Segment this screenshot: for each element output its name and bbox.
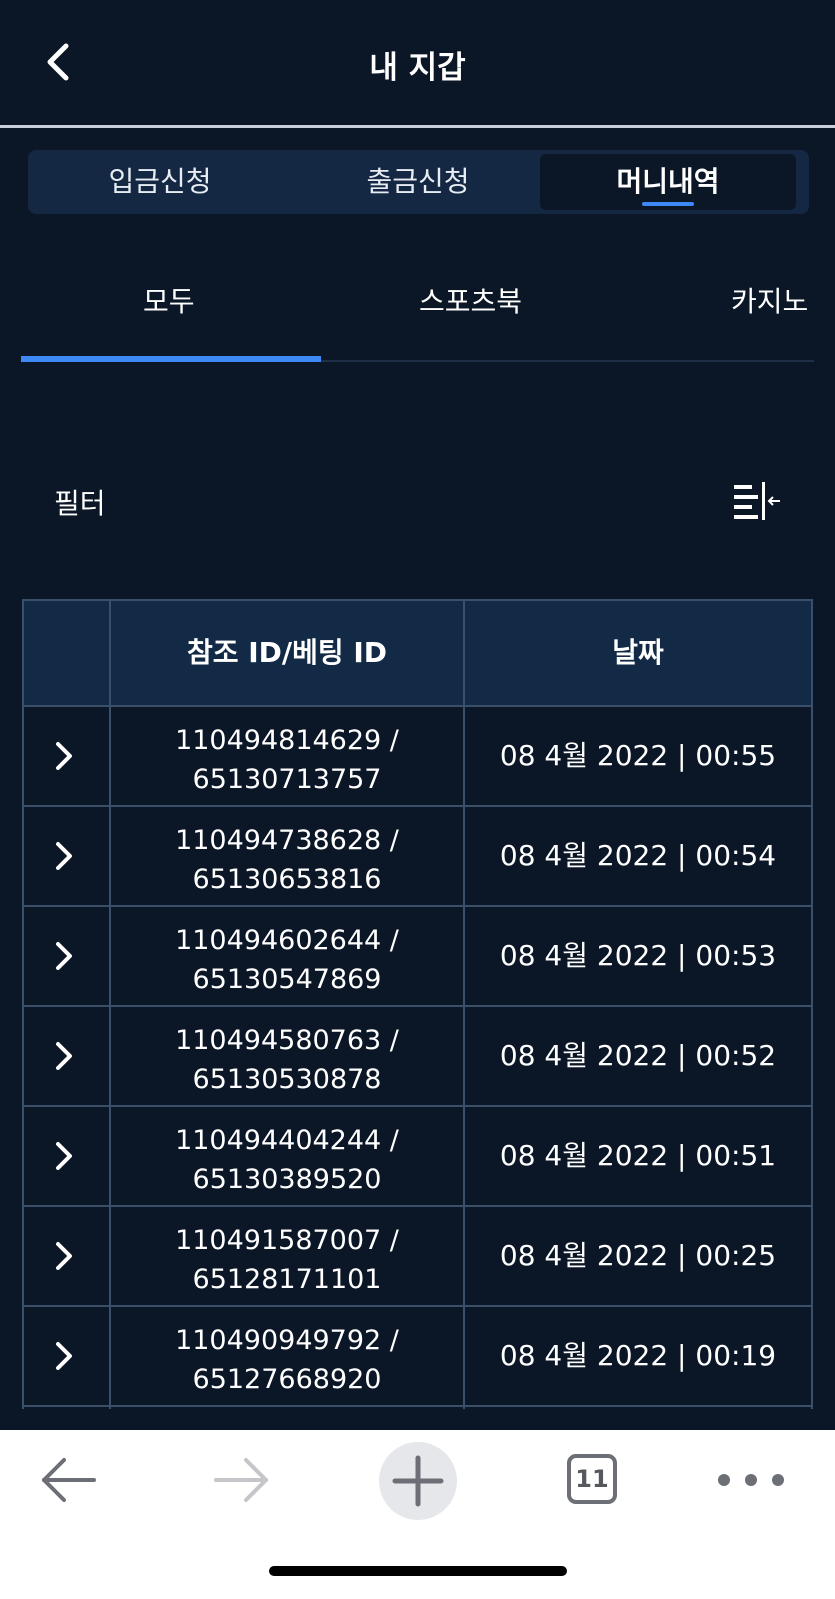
chevron-right-icon — [56, 942, 72, 970]
table-header: 참조 ID/베팅 ID 날짜 — [24, 601, 811, 707]
ref-bet-id-cell: 110494602644 / 65130547869 — [111, 921, 463, 999]
category-tab-all[interactable]: 모두 — [143, 280, 195, 320]
column-divider — [109, 601, 111, 1409]
wallet-tabs: 입금신청 출금신청 머니내역 — [28, 150, 809, 214]
date-cell: 08 4월 2022 | 00:19 — [499, 1339, 777, 1372]
bet-id: 65130530878 — [192, 1064, 382, 1095]
row-expand-button[interactable] — [24, 707, 109, 805]
column-header-date: 날짜 — [612, 636, 664, 669]
category-tab-sportsbook[interactable]: 스포츠북 — [419, 280, 522, 320]
bet-id: 65130653816 — [192, 864, 382, 895]
ref-id: 110494580763 / — [175, 1025, 399, 1056]
table-row: 110494580763 / 65130530878 08 4월 2022 | … — [24, 1007, 811, 1107]
column-divider — [463, 601, 465, 1409]
tab-withdraw-request[interactable]: 출금신청 — [290, 154, 546, 210]
date-cell: 08 4월 2022 | 00:52 — [499, 1039, 777, 1072]
wallet-page: 내 지갑 입금신청 출금신청 머니내역 모두 스포츠북 카지노 필터 참조 ID… — [0, 0, 835, 1599]
category-tabs: 모두 스포츠북 카지노 — [21, 260, 814, 364]
table-row: 110494602644 / 65130547869 08 4월 2022 | … — [24, 907, 811, 1007]
more-button[interactable] — [712, 1440, 792, 1520]
active-category-indicator — [21, 356, 321, 362]
tab-deposit-request[interactable]: 입금신청 — [32, 154, 288, 210]
ref-bet-id-cell: 110494580763 / 65130530878 — [111, 1021, 463, 1099]
tabs-button[interactable]: 11 — [567, 1454, 617, 1504]
ref-bet-id-cell: 110490949792 / 65127668920 — [111, 1321, 463, 1399]
tab-label: 입금신청 — [108, 165, 212, 198]
back-arrow-icon — [42, 1458, 96, 1502]
bet-id: 65130713757 — [192, 764, 382, 795]
row-expand-button[interactable] — [24, 1007, 109, 1105]
chevron-right-icon — [56, 1142, 72, 1170]
table-row: 110494738628 / 65130653816 08 4월 2022 | … — [24, 807, 811, 907]
ref-bet-id-cell: 110494814629 / 65130713757 — [111, 721, 463, 799]
tab-label: 머니내역 — [616, 165, 720, 198]
table-row: 110494814629 / 65130713757 08 4월 2022 | … — [24, 707, 811, 807]
more-icon — [718, 1474, 784, 1486]
filter-label: 필터 — [54, 487, 106, 520]
row-expand-button[interactable] — [24, 807, 109, 905]
bet-id: 65128171101 — [192, 1264, 382, 1295]
category-tab-casino[interactable]: 카지노 — [731, 280, 808, 320]
column-header-ref-id: 참조 ID/베팅 ID — [186, 636, 388, 669]
date-cell: 08 4월 2022 | 00:54 — [499, 839, 777, 872]
ref-bet-id-cell: 110494738628 / 65130653816 — [111, 821, 463, 899]
date-cell: 08 4월 2022 | 00:51 — [499, 1139, 777, 1172]
row-expand-button[interactable] — [24, 1107, 109, 1205]
page-title: 내 지갑 — [369, 50, 466, 86]
forward-arrow-icon — [214, 1458, 268, 1502]
ref-id: 110494738628 / — [175, 825, 399, 856]
bet-id: 65127668920 — [192, 1364, 382, 1395]
ref-bet-id-cell: 110494404244 / 65130389520 — [111, 1121, 463, 1199]
date-cell: 08 4월 2022 | 00:55 — [499, 739, 777, 772]
active-tab-indicator — [642, 202, 694, 206]
browser-back-button[interactable] — [28, 1440, 108, 1520]
table-row: 110494404244 / 65130389520 08 4월 2022 | … — [24, 1107, 811, 1207]
browser-forward-button[interactable] — [202, 1440, 282, 1520]
bet-id: 65130389520 — [192, 1164, 382, 1195]
ref-id: 110494404244 / — [175, 1125, 399, 1156]
filter-collapse-icon — [734, 482, 780, 520]
date-cell: 08 4월 2022 | 00:25 — [499, 1239, 777, 1272]
chevron-right-icon — [56, 742, 72, 770]
chevron-right-icon — [56, 1042, 72, 1070]
date-cell: 08 4월 2022 | 00:53 — [499, 939, 777, 972]
plus-icon — [392, 1455, 444, 1507]
table-row: 110490949792 / 65127668920 08 4월 2022 | … — [24, 1307, 811, 1407]
chevron-right-icon — [56, 1342, 72, 1370]
new-tab-button[interactable] — [379, 1442, 457, 1520]
tab-money-history[interactable]: 머니내역 — [540, 154, 796, 210]
tab-label: 출금신청 — [366, 165, 470, 198]
chevron-right-icon — [56, 1242, 72, 1270]
home-indicator — [269, 1566, 567, 1576]
ref-id: 110491587007 / — [175, 1225, 399, 1256]
row-expand-button[interactable] — [24, 907, 109, 1005]
ref-id: 110494602644 / — [175, 925, 399, 956]
ref-bet-id-cell: 110491587007 / 65128171101 — [111, 1221, 463, 1299]
filter-toggle-button[interactable] — [732, 480, 782, 522]
bet-id: 65130547869 — [192, 964, 382, 995]
ref-id: 110494814629 / — [175, 725, 399, 756]
transaction-table: 참조 ID/베팅 ID 날짜 110494814629 / 6513071375… — [22, 599, 813, 1409]
chevron-right-icon — [56, 842, 72, 870]
table-row: 110491587007 / 65128171101 08 4월 2022 | … — [24, 1207, 811, 1307]
header-divider — [0, 125, 835, 128]
row-expand-button[interactable] — [24, 1207, 109, 1305]
row-expand-button[interactable] — [24, 1307, 109, 1405]
ref-id: 110490949792 / — [175, 1325, 399, 1356]
app-header: 내 지갑 — [0, 0, 835, 128]
